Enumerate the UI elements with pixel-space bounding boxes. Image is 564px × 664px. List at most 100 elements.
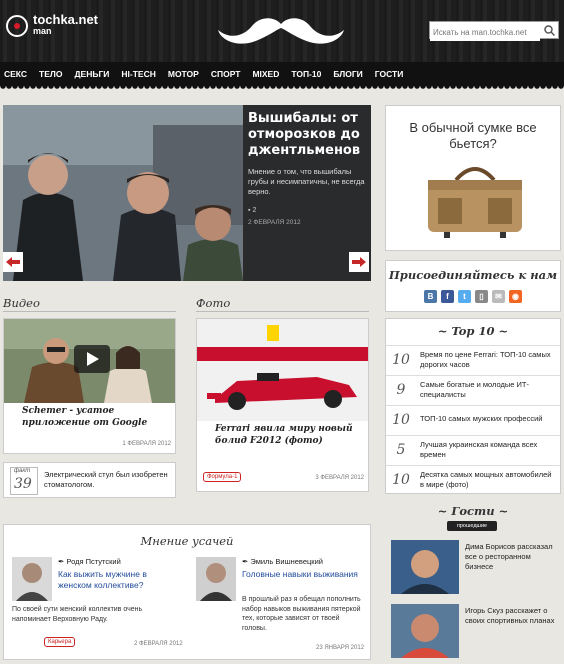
search-box [429,21,559,41]
nav-item-motor[interactable]: МОТОР [168,69,199,79]
opinion-tag[interactable]: Карьера [44,637,76,647]
opinion-text: В прошлый раз я обещал пополнить набор н… [242,596,361,632]
nav-item-sex[interactable]: СЕКС [4,69,27,79]
fact-label: факт [14,468,31,474]
nav-item-blogs[interactable]: БЛОГИ [333,69,362,79]
guest-photo [391,604,459,658]
site-logo[interactable]: tochka.net man [6,13,98,37]
top10-row[interactable]: 10 Время по цене Ferrari: ТОП-10 самых д… [386,345,560,373]
twitter-icon[interactable]: t [458,290,471,303]
featured-image[interactable] [3,105,243,281]
guests-box: ~ Гости ~ прошедшие Дима Борисов рассказ… [385,500,561,664]
mustache-icon [218,18,344,44]
top10-box: ~ Top 10 ~ 10 Время по цене Ferrari: ТОП… [385,318,561,494]
opinion-date: 2 ФЕВРАЛЯ 2012 [134,641,183,647]
fact-box: факт 39 Электрический стул был изобретен… [3,462,176,498]
photo-section-title[interactable]: Фото [196,296,230,310]
guest-text: Игорь Скуз расскажет о своих спортивных … [465,606,555,625]
nav-item-money[interactable]: ДЕНЬГИ [74,69,109,79]
nav-item-mixed[interactable]: MIXED [252,69,279,79]
featured-comments[interactable]: ▪ 2 [248,207,368,214]
video-card[interactable]: Schemer - усатое приложение от Google 1 … [3,318,176,454]
guest-photo [391,540,459,594]
opinions-box: Мнение усачей ✒ Родя Пстутский Как выжит… [3,524,371,660]
top10-number: 5 [396,442,406,458]
guests-title[interactable]: ~ Гости ~ [385,504,561,518]
top10-row[interactable]: 10 ТОП-10 самых мужских профессий [386,405,560,433]
arrow-right-icon [352,257,366,267]
photo-card[interactable]: Ferrari явила миру новый болид F2012 (фо… [196,318,369,492]
comment-icon: ▪ [248,207,251,214]
top10-text: Лучшая украинская команда всех времен [420,440,538,459]
video-caption[interactable]: Schemer - усатое приложение от Google [22,405,172,429]
top10-row[interactable]: 10 Десятка самых мощных автомобилей в ми… [386,465,560,493]
featured-description: Мнение о том, что вышибалы грубы и несим… [248,167,365,196]
play-icon [87,352,99,366]
site-header: tochka.net man [0,0,564,62]
search-input[interactable] [430,24,540,41]
divider [196,311,369,312]
nav-item-body[interactable]: ТЕЛО [39,69,62,79]
fact-number: 39 [14,476,32,492]
guest-text: Дима Борисов рассказал все о ресторанном… [465,542,553,571]
top10-number: 10 [392,412,410,428]
video-section-title[interactable]: Видео [3,296,40,310]
photo-tag[interactable]: Формула-1 [203,472,242,482]
guests-badge[interactable]: прошедшие [447,521,497,531]
slider-prev-button[interactable] [3,252,23,272]
join-us-box: Присоединяйтесь к нам В f t ▯ ✉ ◉ [385,260,561,312]
opinion-text: По своей сути женский коллектив очень на… [12,606,143,623]
photo-caption[interactable]: Ferrari явила миру новый болид F2012 (фо… [215,423,365,447]
slider-next-button[interactable] [349,252,369,272]
ad-text: В обычной сумке все бьется? [409,120,537,151]
rss-icon[interactable]: ◉ [509,290,522,303]
social-icons: В f t ▯ ✉ ◉ [386,290,560,303]
search-icon[interactable] [543,24,556,37]
video-date: 1 ФЕВРАЛЯ 2012 [122,441,171,447]
opinions-title[interactable]: Мнение усачей [4,534,370,548]
top10-number: 10 [392,472,410,488]
nav-item-guests[interactable]: ГОСТИ [375,69,404,79]
fact-text: Электрический стул был изобретен стомато… [44,470,168,489]
featured-comment-count: 2 [252,207,257,214]
opinion-author[interactable]: Эмиль Вишневецкий [250,557,323,566]
top10-number: 9 [396,382,406,398]
top10-title[interactable]: ~ Top 10 ~ [386,324,560,338]
logo-mark-icon [6,14,28,37]
vk-icon[interactable]: В [424,290,437,303]
join-title: Присоединяйтесь к нам [388,268,558,282]
author-avatar[interactable] [12,557,52,601]
play-button[interactable] [74,345,110,373]
author-icon: ✒ [58,557,65,566]
featured-date: 2 ФЕВРАЛЯ 2012 [248,219,301,226]
guest-item[interactable]: Игорь Скуз расскажет о своих спортивных … [391,604,559,658]
logo-subtitle: man [33,26,52,36]
nav-item-top10[interactable]: ТОП-10 [291,69,321,79]
top10-number: 10 [392,352,410,368]
opinion-headline[interactable]: Головные навыки выживания [242,569,366,580]
top10-text: Самые богатые и молодые ИТ-специалисты [420,380,529,399]
featured-slider: Вышибалы: от отморозков до джентльменов … [3,105,371,281]
bag-image [428,167,522,238]
author-avatar[interactable] [196,557,236,601]
photo-thumbnail [197,319,368,421]
top10-row[interactable]: 9 Самые богатые и молодые ИТ-специалисты [386,375,560,403]
main-nav: СЕКС ТЕЛО ДЕНЬГИ HI-TECH МОТОР СПОРТ MIX… [0,62,564,86]
opinion-headline[interactable]: Как выжить мужчине в женском коллективе? [58,569,182,591]
top10-text: Десятка самых мощных автомобилей в мире … [420,470,552,489]
top10-text: ТОП-10 самых мужских профессий [420,414,543,423]
opinion-author[interactable]: Родя Пстутский [66,557,120,566]
photo-date: 3 ФЕВРАЛЯ 2012 [315,475,364,481]
arrow-left-icon [6,257,20,267]
guest-item[interactable]: Дима Борисов рассказал все о ресторанном… [391,540,559,594]
top10-row[interactable]: 5 Лучшая украинская команда всех времен [386,435,560,463]
facebook-icon[interactable]: f [441,290,454,303]
ad-banner[interactable]: В обычной сумке все бьется? [385,105,561,251]
nav-item-sport[interactable]: СПОРТ [211,69,241,79]
nav-item-hitech[interactable]: HI-TECH [121,69,155,79]
mail-icon[interactable]: ✉ [492,290,505,303]
top10-text: Время по цене Ferrari: ТОП-10 самых доро… [420,350,551,369]
mobile-icon[interactable]: ▯ [475,290,488,303]
author-icon: ✒ [242,557,249,566]
featured-title[interactable]: Вышибалы: от отморозков до джентльменов [248,111,368,159]
